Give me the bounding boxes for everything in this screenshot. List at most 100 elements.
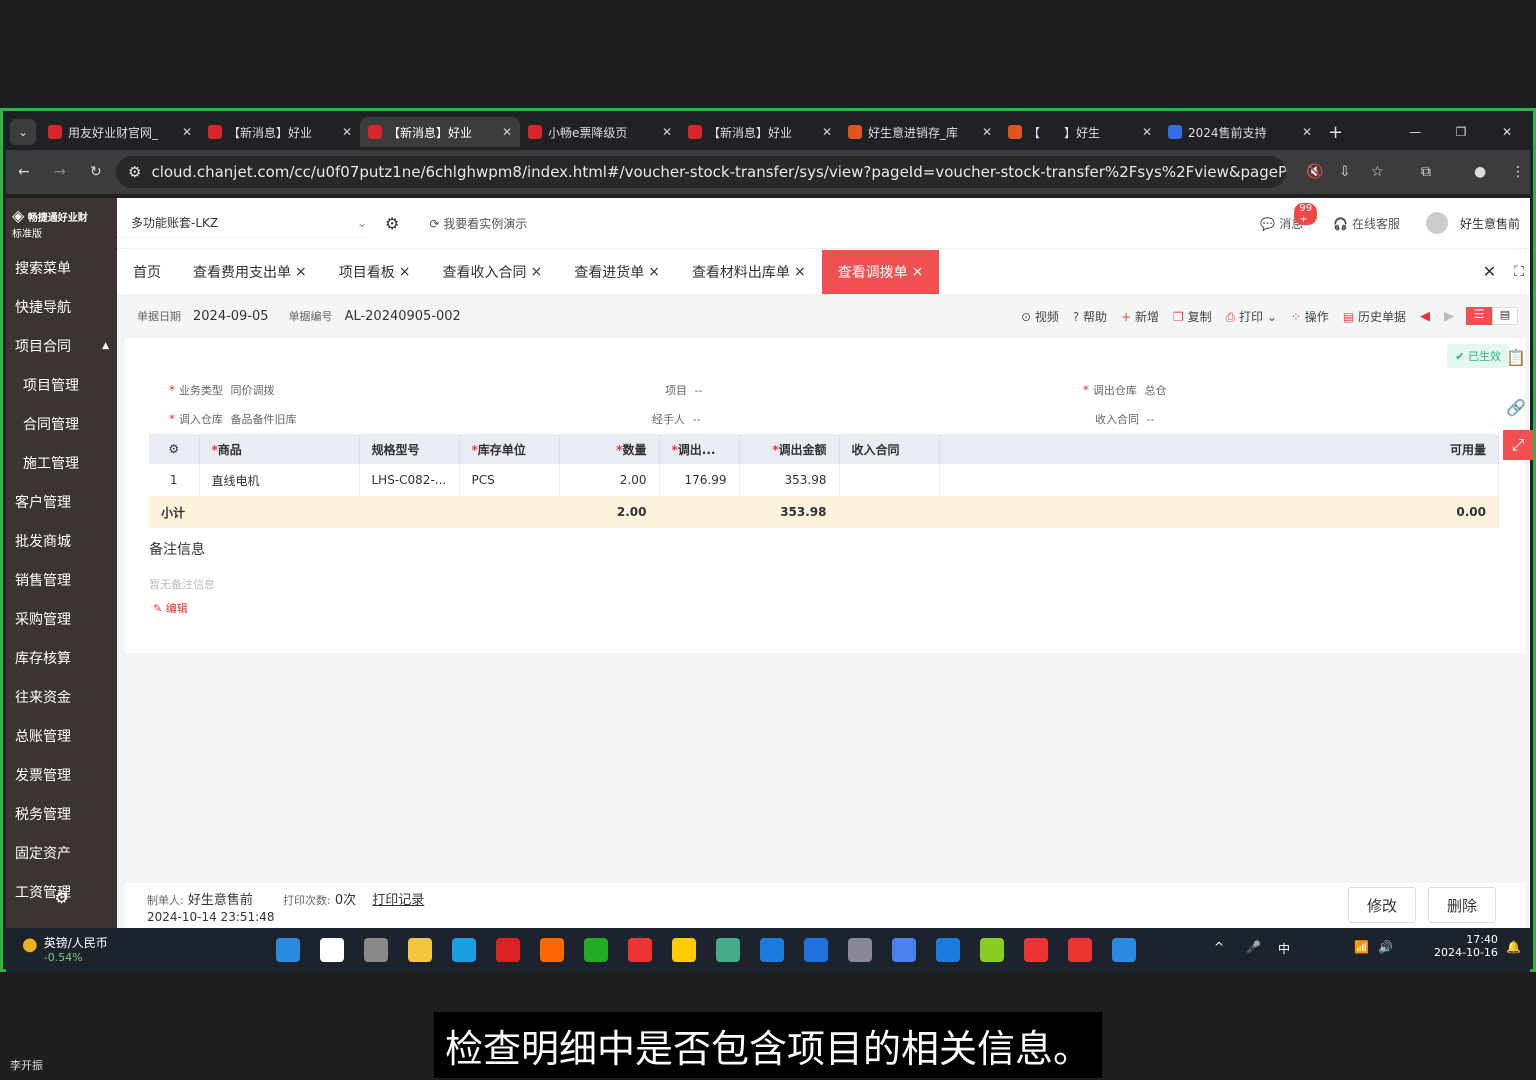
forward-icon[interactable]: → [54, 164, 66, 180]
taskbar-app-icon[interactable] [980, 938, 1004, 962]
remark-edit-link[interactable]: ✎ 编辑 [153, 600, 188, 616]
page-tab[interactable]: 项目看板 × [323, 250, 427, 294]
sidebar-item[interactable]: 往来资金 [6, 677, 117, 716]
action-button[interactable]: ⎙ 打印 ⌄ [1226, 308, 1277, 325]
taskbar-app-icon[interactable] [1112, 938, 1136, 962]
settings-gear-icon[interactable]: ⚙ [6, 888, 117, 907]
page-tab[interactable]: 查看费用支出单 × [177, 250, 323, 294]
close-window-button[interactable]: ✕ [1484, 125, 1530, 139]
column-settings-icon[interactable]: ⚙ [149, 434, 200, 464]
action-button[interactable]: ⊙ 视频 [1021, 308, 1059, 325]
taskbar-app-icon[interactable] [848, 938, 872, 962]
extensions-icon[interactable]: ⧉ [1421, 164, 1431, 180]
tray-chevron-icon[interactable]: ^ [1214, 940, 1224, 954]
menu-icon[interactable]: ⋮ [1511, 164, 1525, 180]
list-view-icon[interactable]: ☰ [1466, 307, 1492, 325]
taskbar-app-icon[interactable] [716, 938, 740, 962]
mute-icon[interactable]: 🔇 [1306, 164, 1323, 180]
action-button[interactable]: + 新增 [1121, 308, 1159, 325]
taskbar-app-icon[interactable] [364, 938, 388, 962]
sidebar-item[interactable]: 总账管理 [6, 716, 117, 755]
taskbar-app-icon[interactable] [936, 938, 960, 962]
minimize-button[interactable]: — [1392, 125, 1438, 139]
taskbar-app-icon[interactable] [760, 938, 784, 962]
clock[interactable]: 17:40 2024-10-16 [1434, 933, 1498, 959]
sidebar-item[interactable]: 合同管理 [6, 404, 117, 443]
browser-tab[interactable]: 【新消息】好业 ✕ [680, 117, 840, 147]
sidebar-item[interactable]: 发票管理 [6, 755, 117, 794]
page-tab[interactable]: 查看材料出库单 × [676, 250, 822, 294]
sidebar-item[interactable]: 固定资产 [6, 833, 117, 872]
action-button[interactable]: ? 帮助 [1073, 308, 1107, 325]
taskbar-app-icon[interactable] [1068, 938, 1092, 962]
sidebar-item[interactable]: 项目管理 [6, 365, 117, 404]
mic-icon[interactable]: 🎤 [1246, 940, 1261, 954]
side-doc-icon[interactable]: 📋 [1506, 348, 1530, 376]
action-button[interactable]: ❐ 复制 [1173, 308, 1212, 325]
taskbar-app-icon[interactable] [540, 938, 564, 962]
page-tab[interactable]: 查看进货单 × [558, 250, 676, 294]
close-icon[interactable]: × [399, 264, 411, 280]
profile-icon[interactable]: ● [1474, 164, 1486, 180]
close-all-tabs-icon[interactable]: ✕ [1483, 262, 1496, 281]
fullscreen-icon[interactable]: ⛶ [1514, 264, 1524, 280]
browser-tab[interactable]: 小畅e票降级页 ✕ [520, 117, 680, 147]
close-tab-icon[interactable]: ✕ [182, 125, 192, 139]
browser-tab[interactable]: 【新消息】好业 ✕ [360, 117, 520, 147]
page-tab[interactable]: 首页 [117, 250, 177, 294]
tab-search-button[interactable]: ⌄ [10, 119, 36, 145]
taskbar-app-icon[interactable] [892, 938, 916, 962]
reload-icon[interactable]: ↻ [90, 164, 102, 180]
close-tab-icon[interactable]: ✕ [982, 125, 992, 139]
avatar[interactable] [1425, 212, 1448, 234]
browser-tab[interactable]: 2024售前支持 ✕ [1160, 117, 1320, 147]
detail-view-icon[interactable]: ▤ [1492, 307, 1518, 325]
wifi-icon[interactable]: 📶 [1354, 940, 1369, 954]
site-settings-icon[interactable]: ⚙ [128, 163, 141, 181]
install-icon[interactable]: ⇩ [1339, 164, 1351, 180]
taskbar-app-icon[interactable] [408, 938, 432, 962]
taskbar-app-icon[interactable] [804, 938, 828, 962]
close-icon[interactable]: × [794, 264, 806, 280]
volume-icon[interactable]: 🔊 [1378, 940, 1393, 954]
new-tab-button[interactable]: + [1328, 122, 1343, 143]
close-tab-icon[interactable]: ✕ [662, 125, 672, 139]
close-tab-icon[interactable]: ✕ [502, 125, 512, 139]
sidebar-item[interactable]: 税务管理 [6, 794, 117, 833]
next-icon[interactable]: ▶ [1444, 309, 1454, 324]
expand-icon[interactable]: ⤢ [1503, 430, 1533, 460]
url-input[interactable]: ⚙ cloud.chanjet.com/cc/u0f07putz1ne/6chlg… [116, 156, 1286, 188]
account-select[interactable]: 多功能账套-LKZ ⌄ [117, 208, 367, 238]
maximize-button[interactable]: ❐ [1438, 125, 1484, 139]
notification-icon[interactable]: 🔔 [1506, 940, 1521, 954]
exchange-widget[interactable]: ● 英镑/人民币 -0.54% [22, 934, 108, 964]
taskbar-app-icon[interactable] [1024, 938, 1048, 962]
star-icon[interactable]: ☆ [1371, 164, 1384, 180]
modify-button[interactable]: 修改 [1348, 887, 1416, 923]
action-button[interactable]: ⁘ 操作 [1291, 308, 1329, 325]
page-tab[interactable]: 查看调拨单 × [821, 249, 940, 294]
close-tab-icon[interactable]: ✕ [1302, 125, 1312, 139]
sidebar-item[interactable]: 快捷导航 [6, 287, 117, 326]
demo-link[interactable]: ⟳ 我要看实例演示 [429, 215, 527, 232]
close-tab-icon[interactable]: ✕ [342, 125, 352, 139]
sidebar-item[interactable]: 批发商城 [6, 521, 117, 560]
browser-tab[interactable]: 【新消息】好业 ✕ [200, 117, 360, 147]
page-tab[interactable]: 查看收入合同 × [426, 250, 558, 294]
sidebar-item[interactable]: 客户管理 [6, 482, 117, 521]
close-icon[interactable]: × [295, 264, 307, 280]
close-tab-icon[interactable]: ✕ [1142, 125, 1152, 139]
attachment-icon[interactable]: 🔗 [1506, 398, 1526, 417]
browser-tab[interactable]: 【 】好生 ✕ [1000, 117, 1160, 147]
sidebar-item[interactable]: 库存核算 [6, 638, 117, 677]
taskbar-app-icon[interactable] [628, 938, 652, 962]
taskbar-app-icon[interactable] [584, 938, 608, 962]
close-icon[interactable]: × [912, 264, 924, 280]
close-icon[interactable]: × [648, 264, 660, 280]
sidebar-item[interactable]: 销售管理 [6, 560, 117, 599]
sidebar-item[interactable]: 项目合同 ▲ [6, 326, 117, 365]
prev-icon[interactable]: ◀ [1420, 309, 1430, 324]
sidebar-item[interactable]: 施工管理 [6, 443, 117, 482]
account-settings-icon[interactable]: ⚙ [385, 214, 399, 233]
close-icon[interactable]: × [530, 264, 542, 280]
